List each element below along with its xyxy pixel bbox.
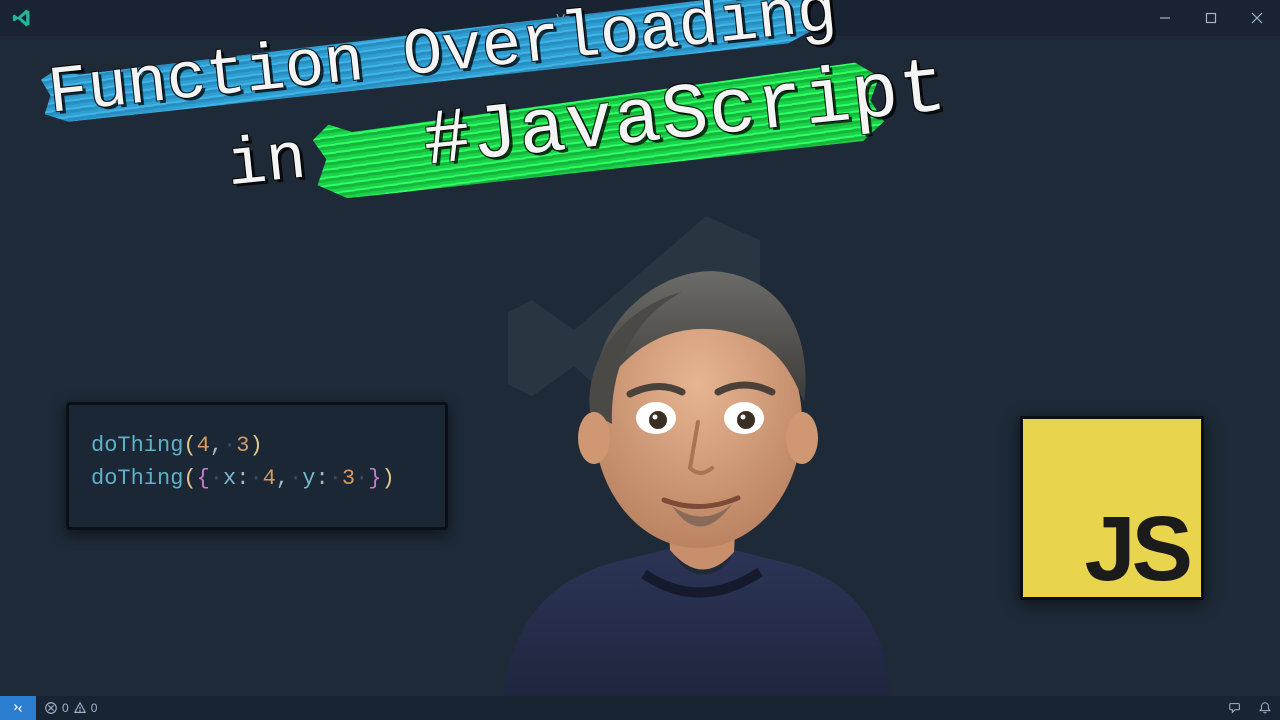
minimize-button[interactable] — [1142, 0, 1188, 36]
presenter-photo — [472, 252, 912, 720]
feedback-button[interactable] — [1220, 696, 1250, 720]
close-button[interactable] — [1234, 0, 1280, 36]
javascript-badge-label: JS — [1084, 503, 1189, 595]
code-line-2: doThing({·x:·4,·y:·3·}) — [91, 462, 423, 495]
vscode-insiders-logo-icon — [12, 8, 32, 28]
window-controls — [1142, 0, 1280, 36]
remote-indicator-button[interactable] — [0, 696, 36, 720]
javascript-badge: JS — [1020, 416, 1204, 600]
warning-count: 0 — [91, 701, 98, 715]
code-snippet-box: doThing(4,·3) doThing({·x:·4,·y:·3·}) — [66, 402, 448, 530]
problems-errors-button[interactable]: 0 0 — [36, 696, 105, 720]
code-line-1: doThing(4,·3) — [91, 429, 423, 462]
error-count: 0 — [62, 701, 69, 715]
notifications-button[interactable] — [1250, 696, 1280, 720]
editor-area: Function Overloading in #JavaScript doTh… — [0, 36, 1280, 696]
headline-line-2-pre: in — [223, 122, 310, 205]
vscode-watermark-icon — [490, 198, 790, 503]
maximize-button[interactable] — [1188, 0, 1234, 36]
status-bar: 0 0 — [0, 696, 1280, 720]
